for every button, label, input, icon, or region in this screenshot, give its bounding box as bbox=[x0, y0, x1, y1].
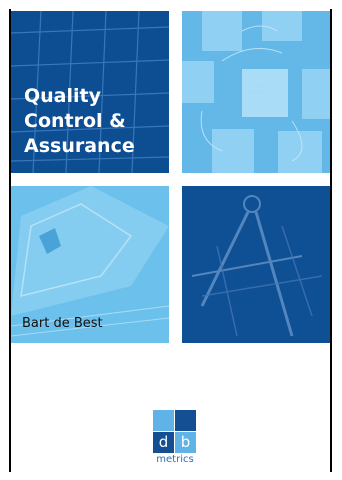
logo-tile-top-left bbox=[153, 410, 174, 431]
title-line-3: Assurance bbox=[24, 135, 135, 157]
publisher-logo: d b metrics bbox=[153, 410, 197, 470]
logo-letter-b: b bbox=[175, 432, 196, 453]
compass-icon bbox=[191, 195, 323, 337]
logo-letter-d: d bbox=[153, 432, 174, 453]
title-line-2: Control & bbox=[24, 110, 126, 132]
svg-text:. . . .: . . . . bbox=[254, 83, 263, 88]
title-line-1: Quality bbox=[24, 85, 101, 107]
process-diagram-icon: . . . . . . . . . bbox=[182, 11, 330, 173]
author-name: Bart de Best bbox=[22, 316, 103, 331]
cover-quadrant-bottom-right bbox=[182, 186, 330, 343]
svg-text:. . . . .: . . . . . bbox=[252, 89, 263, 94]
book-title: Quality Control & Assurance bbox=[24, 84, 135, 159]
logo-caption: metrics bbox=[156, 454, 194, 465]
logo-tile-top-right bbox=[175, 410, 196, 431]
cover-quadrant-top-right: . . . . . . . . . bbox=[182, 11, 330, 173]
